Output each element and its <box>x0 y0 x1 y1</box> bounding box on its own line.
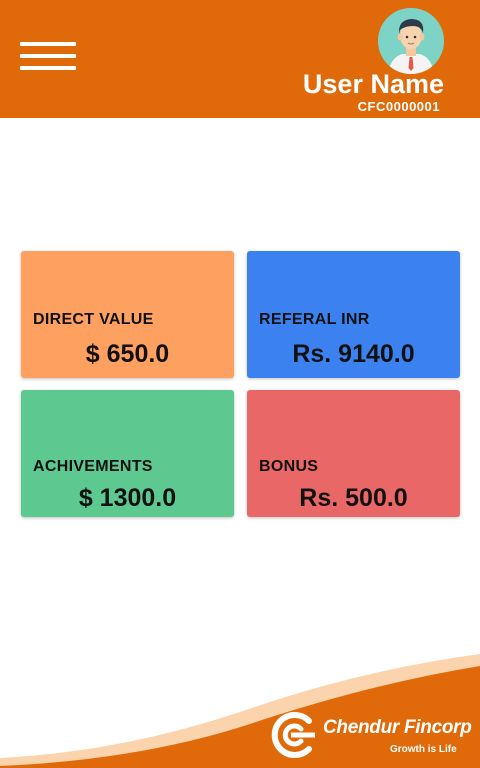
brand-name: Chendur Fincorp <box>323 717 472 738</box>
user-name: User Name <box>302 69 444 99</box>
card-label: REFERAL INR <box>259 311 370 328</box>
brand-tagline: Growth is Life <box>390 744 457 755</box>
hamburger-menu-icon[interactable] <box>20 42 76 70</box>
card-label: ACHIVEMENTS <box>33 458 153 475</box>
card-value: $ 650.0 <box>85 340 170 368</box>
bonus-card[interactable]: BONUS Rs. 500.0 <box>247 390 460 517</box>
user-avatar-icon[interactable] <box>378 8 444 74</box>
card-value: Rs. 500.0 <box>299 484 408 512</box>
card-label: DIRECT VALUE <box>33 311 154 328</box>
referal-inr-card[interactable]: REFERAL INR Rs. 9140.0 <box>247 251 460 378</box>
user-id: CFC0000001 <box>357 99 440 114</box>
card-value: Rs. 9140.0 <box>292 340 415 368</box>
chendur-fincorp-logo-icon <box>271 712 315 758</box>
app-header: User Name CFC0000001 <box>0 0 480 118</box>
card-value: $ 1300.0 <box>78 484 177 512</box>
card-label: BONUS <box>259 458 319 475</box>
direct-value-card[interactable]: DIRECT VALUE $ 650.0 <box>21 251 234 378</box>
achivements-card[interactable]: ACHIVEMENTS $ 1300.0 <box>21 390 234 517</box>
